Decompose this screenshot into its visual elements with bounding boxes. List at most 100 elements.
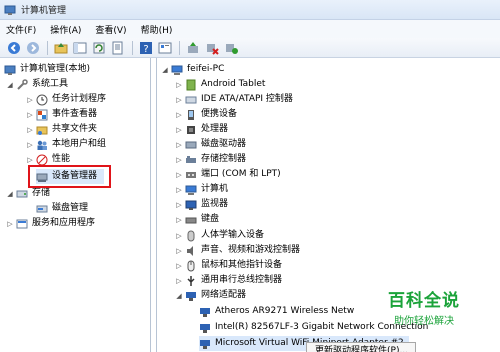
tree-item-root[interactable]: 计算机管理(本地): [4, 62, 90, 77]
tools-icon: [16, 78, 28, 91]
disk-drive-icon: [185, 139, 197, 151]
collapsed-arrow-icon[interactable]: ▷: [6, 220, 14, 228]
device-category-ide[interactable]: ▷ IDE ATA/ATAPI 控制器: [175, 92, 293, 107]
collapsed-arrow-icon[interactable]: ▷: [175, 232, 183, 240]
device-category-label: 人体学输入设备: [201, 230, 265, 240]
tree-item-storage[interactable]: ◢ 存储: [6, 186, 50, 201]
port-icon: [185, 169, 197, 181]
network-adapter-icon: [199, 338, 211, 350]
device-category-label: 网络适配器: [201, 290, 247, 300]
menu-view[interactable]: 查看(V): [95, 23, 126, 36]
collapsed-arrow-icon[interactable]: ▷: [175, 171, 183, 179]
collapsed-arrow-icon[interactable]: ▷: [175, 247, 183, 255]
expanded-arrow-icon[interactable]: ◢: [6, 190, 14, 198]
show-tree-icon[interactable]: [72, 40, 88, 56]
expanded-arrow-icon[interactable]: ◢: [161, 66, 169, 74]
device-category-label: Android Tablet: [201, 79, 266, 89]
toolbar-separator: [47, 40, 48, 55]
device-category-processors[interactable]: ▷ 处理器: [175, 122, 228, 137]
tree-item-event-viewer[interactable]: ▷ 事件查看器: [26, 107, 97, 122]
collapsed-arrow-icon[interactable]: ▷: [175, 277, 183, 285]
device-category-hid[interactable]: ▷ 人体学输入设备: [175, 228, 264, 243]
clock-icon: [36, 94, 48, 106]
title-bar: 计算机管理: [0, 0, 500, 20]
network-adapter-icon: [185, 290, 197, 302]
collapsed-arrow-icon[interactable]: ▷: [26, 96, 34, 104]
help-icon[interactable]: ?: [138, 40, 154, 56]
menu-action[interactable]: 操作(A): [50, 23, 81, 36]
tree-item-computer-root[interactable]: ◢ feifei-PC: [161, 62, 224, 77]
tree-item-shared-folders[interactable]: ▷ 共享文件夹: [26, 122, 97, 137]
context-menu-update-driver[interactable]: 更新驱动程序软件(P)...: [315, 343, 408, 352]
device-category-portable-devices[interactable]: ▷ 便携设备: [175, 107, 237, 122]
export-icon[interactable]: [110, 40, 126, 56]
device-category-android-tablet[interactable]: ▷ Android Tablet: [175, 77, 265, 92]
update-driver-icon[interactable]: [185, 40, 201, 56]
watermark: 百科全说 助你轻松解决: [388, 286, 460, 327]
device-category-network-adapters[interactable]: ◢ 网络适配器: [175, 288, 246, 303]
network-adapter-icon: [199, 322, 211, 334]
device-category-label: 磁盘驱动器: [201, 139, 247, 149]
collapsed-arrow-icon[interactable]: ▷: [26, 156, 34, 164]
uninstall-device-icon[interactable]: [223, 40, 239, 56]
tree-item-services[interactable]: ▷ 服务和应用程序: [6, 216, 95, 231]
collapsed-arrow-icon[interactable]: ▷: [175, 126, 183, 134]
computer-management-icon: [4, 64, 16, 76]
collapsed-arrow-icon[interactable]: ▷: [175, 111, 183, 119]
device-category-mice[interactable]: ▷ 鼠标和其他指针设备: [175, 258, 282, 273]
device-category-usb[interactable]: ▷ 通用串行总线控制器: [175, 273, 282, 288]
collapsed-arrow-icon[interactable]: ▷: [175, 216, 183, 224]
device-category-label: IDE ATA/ATAPI 控制器: [201, 94, 293, 104]
storage-controller-icon: [185, 154, 197, 166]
menu-help[interactable]: 帮助(H): [141, 23, 173, 36]
device-category-label: 计算机: [201, 184, 229, 194]
menu-bar: 文件(F) 操作(A) 查看(V) 帮助(H): [0, 20, 500, 38]
collapsed-arrow-icon[interactable]: ▷: [175, 201, 183, 209]
collapsed-arrow-icon[interactable]: ▷: [175, 81, 183, 89]
monitor-icon: [185, 199, 197, 211]
keyboard-icon: [185, 214, 197, 226]
portable-device-icon: [185, 109, 197, 121]
tree-label-services: 服务和应用程序: [32, 218, 96, 228]
forward-icon[interactable]: [25, 40, 41, 56]
collapsed-arrow-icon[interactable]: ▷: [175, 156, 183, 164]
collapsed-arrow-icon[interactable]: ▷: [175, 96, 183, 104]
collapsed-arrow-icon[interactable]: ▷: [175, 262, 183, 270]
disable-device-icon[interactable]: [204, 40, 220, 56]
refresh-icon[interactable]: [91, 40, 107, 56]
device-category-monitors[interactable]: ▷ 监视器: [175, 197, 228, 212]
up-folder-icon[interactable]: [53, 40, 69, 56]
collapsed-arrow-icon[interactable]: ▷: [26, 111, 34, 119]
tree-item-system-tools[interactable]: ◢ 系统工具: [6, 77, 68, 92]
device-category-computer[interactable]: ▷ 计算机: [175, 182, 228, 197]
expanded-arrow-icon[interactable]: ◢: [175, 292, 183, 300]
device-category-disk-drives[interactable]: ▷ 磁盘驱动器: [175, 137, 246, 152]
collapsed-arrow-icon[interactable]: ▷: [175, 141, 183, 149]
event-viewer-icon: [36, 109, 48, 121]
device-category-sound[interactable]: ▷ 声音、视频和游戏控制器: [175, 243, 300, 258]
device-category-ports[interactable]: ▷ 端口 (COM 和 LPT): [175, 167, 280, 182]
device-category-storage-controllers[interactable]: ▷ 存储控制器: [175, 152, 246, 167]
network-adapter-icon: [199, 306, 211, 318]
computer-management-icon: [4, 4, 16, 16]
collapsed-arrow-icon[interactable]: ▷: [175, 186, 183, 194]
context-menu[interactable]: 更新驱动程序软件(P)...: [306, 342, 416, 352]
mouse-icon: [185, 260, 197, 272]
performance-icon: [36, 154, 48, 166]
tree-item-local-users[interactable]: ▷ 本地用户和组: [26, 137, 106, 152]
back-icon[interactable]: [6, 40, 22, 56]
device-category-label: 处理器: [201, 124, 229, 134]
device-category-label: 便携设备: [201, 109, 238, 119]
tree-item-disk-management[interactable]: 磁盘管理: [36, 201, 88, 216]
properties-icon[interactable]: [157, 40, 173, 56]
collapsed-arrow-icon[interactable]: ▷: [26, 126, 34, 134]
hid-icon: [185, 230, 197, 242]
watermark-sub: 助你轻松解决: [394, 316, 454, 327]
device-item-atheros[interactable]: Atheros AR9271 Wireless Netw: [199, 304, 354, 319]
tree-item-task-scheduler[interactable]: ▷ 任务计划程序: [26, 92, 106, 107]
expanded-arrow-icon[interactable]: ◢: [6, 81, 14, 89]
menu-file[interactable]: 文件(F): [6, 23, 36, 36]
collapsed-arrow-icon[interactable]: ▷: [26, 141, 34, 149]
navigation-pane: 计算机管理(本地) ◢ 系统工具 ▷ 任务计划程序 ▷ 事件查看器 ▷ 共享文件…: [0, 58, 151, 352]
device-category-keyboards[interactable]: ▷ 键盘: [175, 212, 219, 227]
